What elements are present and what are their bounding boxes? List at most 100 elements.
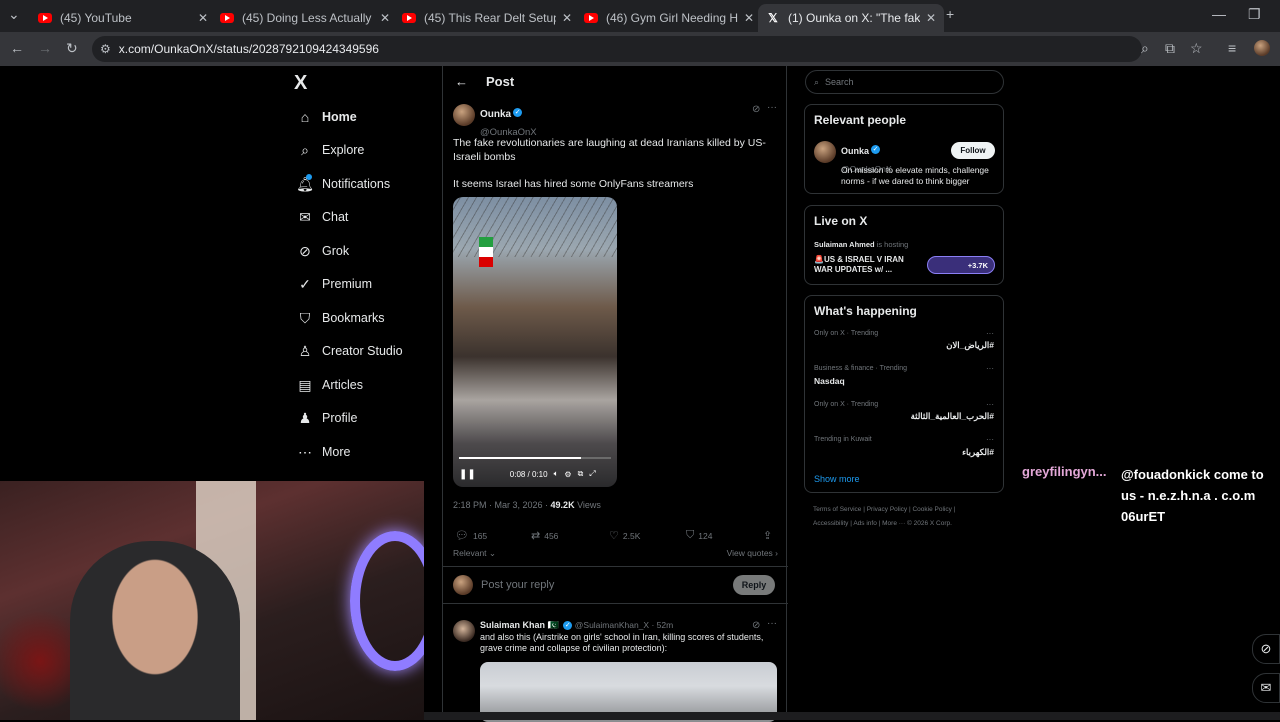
more-options-icon[interactable]: ··· <box>767 102 777 113</box>
video-progress-bar[interactable] <box>459 457 611 459</box>
footer-links[interactable]: Terms of Service | Privacy Policy | Cook… <box>813 506 955 513</box>
profile-avatar-icon[interactable] <box>1254 40 1270 56</box>
install-icon[interactable]: ⧉ <box>1165 40 1175 57</box>
reply-sort-row: Relevant ⌄ View quotes › <box>453 548 778 559</box>
close-icon[interactable]: ✕ <box>926 11 936 25</box>
search-input[interactable]: ⌕ Search <box>805 70 1004 94</box>
browser-tab[interactable]: (46) Gym Girl Needing Help - Y ✕ <box>576 4 762 32</box>
browser-tab-active[interactable]: 𝕏 (1) Ounka on X: "The fake revolu ✕ <box>758 4 945 32</box>
live-host-row[interactable]: Sulaiman Ahmed is hosting <box>814 240 908 249</box>
browser-tab[interactable]: (45) Doing Less Actually Gets Y ✕ <box>212 4 398 32</box>
restore-icon[interactable]: ❐ <box>1248 6 1261 23</box>
nav-item-creator-studio[interactable]: ♙ Creator Studio <box>296 339 403 363</box>
url-field[interactable]: ⚙ x.com/OunkaOnX/status/2028792109424349… <box>92 36 1142 62</box>
close-icon[interactable]: ✕ <box>198 11 208 25</box>
creator-icon: ♙ <box>298 342 312 359</box>
browser-tab[interactable]: (45) YouTube ✕ <box>30 4 216 32</box>
listeners-badge[interactable]: +3.7K <box>927 256 995 274</box>
close-icon[interactable]: ✕ <box>562 11 572 25</box>
reply-handle[interactable]: @SulaimanKhan_X · 52m <box>575 620 673 630</box>
author-avatar[interactable] <box>453 104 475 126</box>
nav-item-profile[interactable]: ♟ Profile <box>296 406 358 430</box>
post-timestamp[interactable]: 2:18 PM · Mar 3, 2026 · <box>453 500 551 510</box>
tab-title: (46) Gym Girl Needing Help - Y <box>606 11 738 25</box>
nav-item-chat[interactable]: ✉ Chat <box>296 205 348 229</box>
home-icon: ⌂ <box>300 109 310 125</box>
media-icon[interactable]: ≡ <box>1228 40 1236 56</box>
nav-item-explore[interactable]: ⌕ Explore <box>296 138 364 162</box>
more-options-icon[interactable]: ··· <box>986 400 994 409</box>
youtube-icon <box>584 13 598 23</box>
reply-author[interactable]: Sulaiman Khan 🇵🇰 ✓ @SulaimanKhan_X · 52m <box>480 620 673 631</box>
view-quotes-link[interactable]: View quotes › <box>727 548 778 558</box>
minimize-icon[interactable]: — <box>1212 6 1226 22</box>
more-icon: ⋯ <box>298 443 312 460</box>
grok-icon[interactable]: ⊘ <box>752 620 760 631</box>
close-icon[interactable]: ✕ <box>380 11 390 25</box>
repost-count: 456 <box>544 530 559 541</box>
show-more-link[interactable]: Show more <box>814 474 860 484</box>
more-options-icon[interactable]: ··· <box>986 329 994 338</box>
more-options-icon[interactable]: ··· <box>986 364 994 373</box>
forward-icon[interactable]: → <box>38 40 52 56</box>
video-player[interactable]: ❚❚ 0:08 / 0:10 🔈︎ ⚙ ⧉ ⤢ <box>453 197 617 487</box>
site-info-icon[interactable]: ⚙ <box>100 42 111 56</box>
x-logo-icon[interactable]: X <box>294 72 307 95</box>
browser-tab[interactable]: (45) This Rear Delt Setup Chang ✕ <box>394 4 580 32</box>
nav-item-grok[interactable]: ⊘ Grok <box>296 239 349 263</box>
person-avatar[interactable] <box>814 141 836 163</box>
search-icon: ⌕ <box>814 76 820 87</box>
reply-avatar[interactable] <box>453 620 475 642</box>
more-options-icon[interactable]: ··· <box>767 618 777 629</box>
reply-author-name[interactable]: Sulaiman Khan 🇵🇰 <box>480 620 559 630</box>
reply-button[interactable]: Reply <box>733 575 775 595</box>
volume-icon[interactable]: 🔈︎ <box>554 469 559 479</box>
nav-item-premium[interactable]: ✓ Premium <box>296 272 372 296</box>
trend-category: Only on X · Trending <box>814 401 879 408</box>
more-options-icon[interactable]: ··· <box>986 435 994 444</box>
nav-item-home[interactable]: ⌂ Home <box>296 105 357 129</box>
share-action[interactable]: ⇪ <box>763 529 776 542</box>
author-name[interactable]: Ounka <box>480 109 511 120</box>
settings-icon[interactable]: ⚙ <box>564 470 571 479</box>
nav-item-more[interactable]: ⋯ More <box>296 440 350 464</box>
taskbar <box>424 712 1280 720</box>
person-name[interactable]: Ounka <box>841 146 869 156</box>
bookmark-action[interactable]: ⛉ 124 <box>686 529 712 542</box>
tab-search-icon[interactable]: ⌄ <box>8 6 20 23</box>
trend-category: Trending in Kuwait <box>814 436 872 443</box>
pip-icon[interactable]: ⧉ <box>578 469 584 479</box>
live-space-title[interactable]: 🚨US & ISRAEL V IRAN WAR UPDATES w/ ... <box>814 255 924 275</box>
grok-icon[interactable]: ⊘ <box>752 104 760 115</box>
nav-item-articles[interactable]: ▤ Articles <box>296 373 363 397</box>
premium-icon: ✓ <box>299 275 311 292</box>
page-title: Post <box>486 74 515 89</box>
chat-username: greyfilingyn... <box>1022 464 1107 479</box>
back-arrow-icon[interactable]: ← <box>455 74 468 89</box>
sort-dropdown[interactable]: Relevant ⌄ <box>453 548 496 558</box>
listener-count: +3.7K <box>967 260 988 270</box>
reply-text: and also this (Airstrike on girls' schoo… <box>480 632 764 653</box>
nav-item-bookmarks[interactable]: ⛉ Bookmarks <box>296 306 385 330</box>
reply-action[interactable]: 💬︎ 165 <box>455 529 487 542</box>
messages-float-icon[interactable]: ✉ <box>1252 673 1280 703</box>
close-icon[interactable]: ✕ <box>744 11 754 25</box>
repost-icon: ⇄ <box>531 530 541 542</box>
fullscreen-icon[interactable]: ⤢ <box>589 469 595 479</box>
author-block[interactable]: Ounka ✓ @OunkaOnX <box>480 104 537 140</box>
streamer <box>70 541 240 720</box>
reload-icon[interactable]: ↻ <box>66 40 78 57</box>
follow-button[interactable]: Follow <box>951 142 995 159</box>
pause-icon[interactable]: ❚❚ <box>459 469 476 480</box>
zoom-icon[interactable]: ⌕ <box>1141 40 1149 57</box>
grok-float-icon[interactable]: ⊘ <box>1252 634 1280 664</box>
new-tab-icon[interactable]: + <box>946 6 954 22</box>
repost-action[interactable]: ⇄ 456 <box>531 529 558 542</box>
nav-label: Home <box>322 110 357 124</box>
like-action[interactable]: ♡ 2.5K <box>609 529 640 542</box>
footer-links[interactable]: Accessibility | Ads info | More ··· © 20… <box>813 520 952 527</box>
back-icon[interactable]: ← <box>10 40 24 56</box>
star-icon[interactable]: ☆ <box>1190 40 1203 57</box>
views-label: Views <box>574 500 601 510</box>
reply-input[interactable]: Post your reply <box>481 579 554 591</box>
